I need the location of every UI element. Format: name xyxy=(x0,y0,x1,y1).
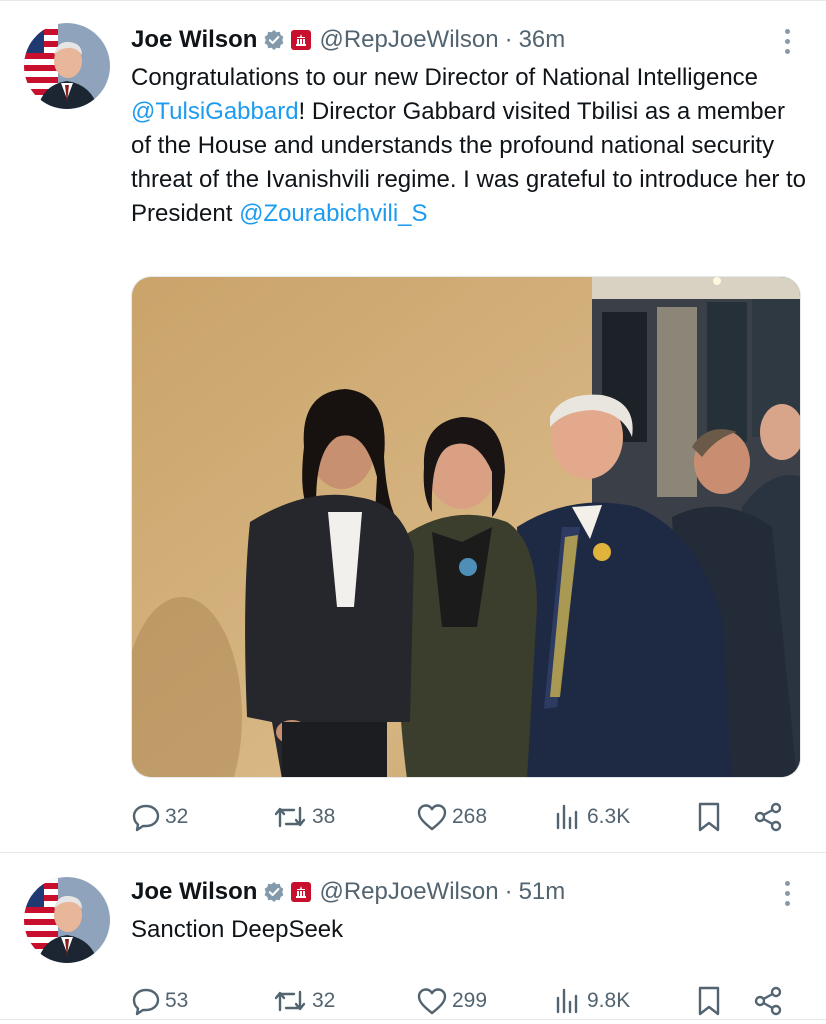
views-count: 9.8K xyxy=(587,989,631,1012)
timestamp[interactable]: 36m xyxy=(519,26,566,54)
mention-link[interactable]: @Zourabichvili_S xyxy=(239,200,427,227)
house-seal-icon[interactable] xyxy=(291,882,312,902)
verified-badge-icon xyxy=(263,881,285,903)
verified-badge-icon xyxy=(263,29,285,51)
tweet-actions: 32 38 268 6.3K xyxy=(131,799,791,835)
views-button[interactable]: 6.3K xyxy=(553,799,630,835)
reply-count: 32 xyxy=(165,805,189,828)
reply-count: 53 xyxy=(165,989,189,1012)
tweet-actions: 53 32 299 9.8K xyxy=(131,983,791,1019)
views-chart-icon xyxy=(556,988,578,1014)
avatar[interactable] xyxy=(24,877,110,963)
views-button[interactable]: 9.8K xyxy=(553,983,630,1019)
more-options-icon[interactable] xyxy=(782,29,792,54)
mention-link[interactable]: @TulsiGabbard xyxy=(131,98,299,125)
bookmark-icon xyxy=(698,802,720,832)
share-button[interactable] xyxy=(753,983,783,1019)
views-count: 6.3K xyxy=(587,805,631,828)
reply-button[interactable]: 53 xyxy=(131,983,188,1019)
heart-icon xyxy=(417,988,447,1015)
tweet-card[interactable]: Joe Wilson @RepJoeWilson · 51m Sanction … xyxy=(0,852,826,1020)
tweet-header: Joe Wilson @RepJoeWilson · 51m xyxy=(131,875,565,909)
more-options-icon[interactable] xyxy=(782,881,792,906)
tweet-text-part: Sanction DeepSeek xyxy=(131,916,344,943)
repost-button[interactable]: 32 xyxy=(272,983,335,1019)
reply-icon xyxy=(132,988,160,1016)
author-name[interactable]: Joe Wilson xyxy=(131,878,257,906)
author-handle[interactable]: @RepJoeWilson xyxy=(319,26,498,54)
author-name[interactable]: Joe Wilson xyxy=(131,26,257,54)
house-seal-icon[interactable] xyxy=(291,30,312,50)
share-icon xyxy=(754,986,782,1016)
separator-dot: · xyxy=(504,878,513,905)
like-count: 299 xyxy=(452,989,488,1012)
repost-button[interactable]: 38 xyxy=(272,799,335,835)
share-button[interactable] xyxy=(753,799,783,835)
repost-count: 32 xyxy=(312,989,336,1012)
tweet-text: Congratulations to our new Director of N… xyxy=(131,61,806,231)
bookmark-button[interactable] xyxy=(696,983,722,1019)
like-button[interactable]: 268 xyxy=(416,799,487,835)
repost-icon xyxy=(274,806,306,828)
share-icon xyxy=(754,802,782,832)
timestamp[interactable]: 51m xyxy=(519,878,566,906)
reply-icon xyxy=(132,804,160,832)
tweet-text-part: Congratulations to our new Director of N… xyxy=(131,64,759,91)
bookmark-icon xyxy=(698,986,720,1016)
repost-count: 38 xyxy=(312,805,336,828)
avatar[interactable] xyxy=(24,23,110,109)
bookmark-button[interactable] xyxy=(696,799,722,835)
heart-icon xyxy=(417,804,447,831)
tweet-photo[interactable] xyxy=(131,276,801,778)
tweet-header: Joe Wilson @RepJoeWilson · 36m xyxy=(131,23,565,57)
like-button[interactable]: 299 xyxy=(416,983,487,1019)
separator-dot: · xyxy=(504,26,513,53)
reply-button[interactable]: 32 xyxy=(131,799,188,835)
like-count: 268 xyxy=(452,805,488,828)
tweet-text: Sanction DeepSeek xyxy=(131,913,806,947)
author-handle[interactable]: @RepJoeWilson xyxy=(319,878,498,906)
views-chart-icon xyxy=(556,804,578,830)
repost-icon xyxy=(274,990,306,1012)
tweet-card[interactable]: Joe Wilson @RepJoeWilson · 36m Congratul… xyxy=(0,0,826,852)
